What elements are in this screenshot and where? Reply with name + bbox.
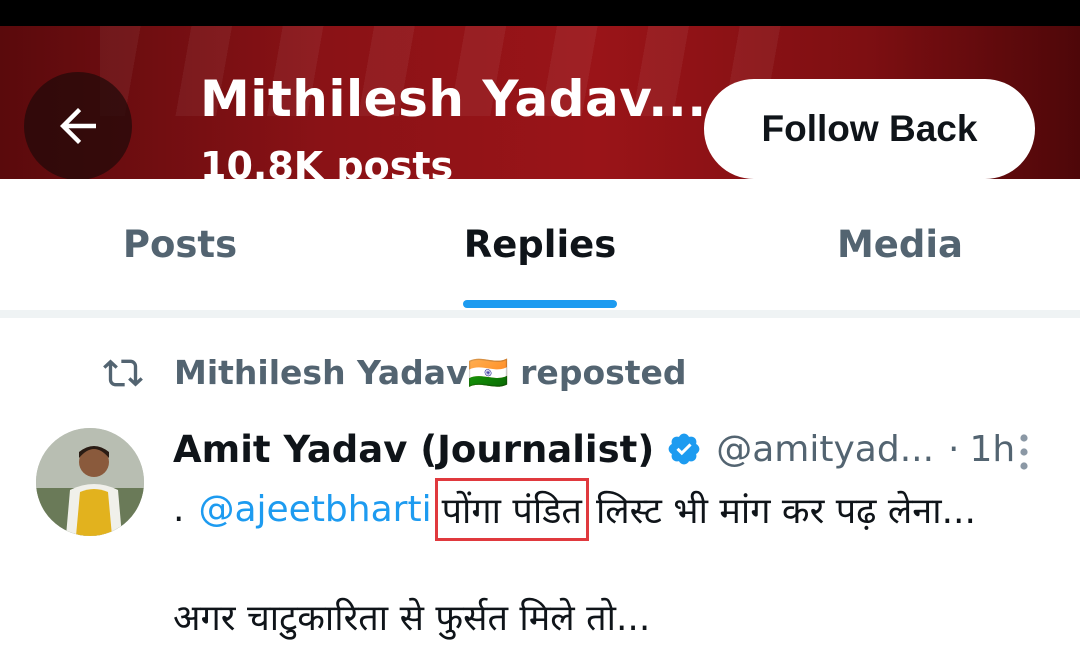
tweet-header: Amit Yadav (Journalist) @amityad... · 1h xyxy=(173,420,1015,478)
profile-header: Mithilesh Yadav... 10.8K posts Follow Ba… xyxy=(0,26,1080,179)
follow-back-button[interactable]: Follow Back xyxy=(704,79,1035,179)
highlighted-phrase: पोंगा पंडित xyxy=(434,477,589,541)
profile-tabs: Posts Replies Media xyxy=(0,179,1080,310)
repost-icon xyxy=(103,359,143,387)
tweet-text-line-2: अगर चाटुकारिता से फुर्सत मिले तो... xyxy=(173,598,651,639)
mention-link[interactable]: @ajeetbharti xyxy=(198,489,431,530)
tweet-text-line-1: . @ajeetbharti पोंगा पंडित लिस्ट भी मांग… xyxy=(173,477,976,541)
tweet-text-rest: लिस्ट भी मांग कर पढ़ लेना... xyxy=(595,490,976,532)
tweet-lead-char: . xyxy=(173,488,185,530)
separator-dot: · xyxy=(948,428,960,470)
tab-media[interactable]: Media xyxy=(720,179,1080,310)
avatar[interactable] xyxy=(36,428,144,536)
repost-context: Mithilesh Yadav🇮🇳 reposted xyxy=(100,350,687,396)
author-name[interactable]: Amit Yadav (Journalist) xyxy=(173,428,654,471)
profile-name: Mithilesh Yadav... xyxy=(200,70,707,128)
post-count: 10.8K posts xyxy=(200,144,454,179)
reposted-by-label: Mithilesh Yadav🇮🇳 reposted xyxy=(174,353,687,392)
avatar-image xyxy=(36,428,144,536)
active-tab-indicator xyxy=(463,300,617,308)
back-button[interactable] xyxy=(24,72,132,179)
arrow-left-icon xyxy=(60,108,96,144)
more-vertical-icon[interactable] xyxy=(1014,432,1034,472)
author-handle[interactable]: @amityad... xyxy=(716,429,934,470)
verified-badge-icon xyxy=(668,433,700,465)
tab-replies[interactable]: Replies xyxy=(360,179,720,310)
tab-posts[interactable]: Posts xyxy=(0,179,360,310)
status-bar xyxy=(0,0,1080,26)
divider xyxy=(0,310,1080,318)
timestamp[interactable]: 1h xyxy=(970,429,1016,470)
